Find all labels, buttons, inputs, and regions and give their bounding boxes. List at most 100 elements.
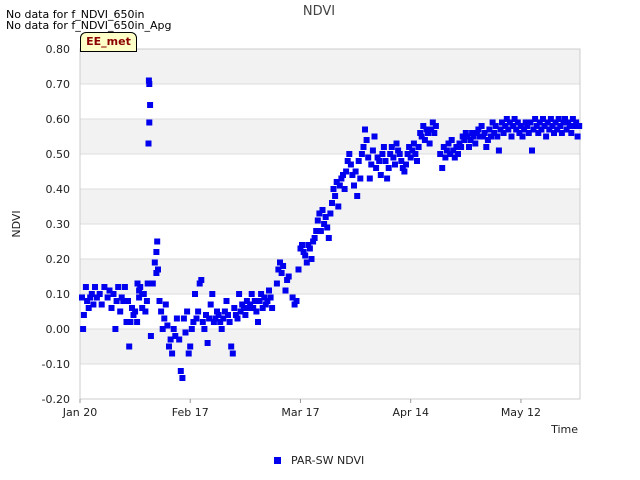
data-point xyxy=(115,284,122,290)
plot-bands xyxy=(80,49,580,364)
data-point xyxy=(432,123,439,129)
data-point xyxy=(147,333,154,339)
data-point xyxy=(151,259,158,266)
data-point xyxy=(366,175,373,182)
data-point xyxy=(327,210,334,217)
data-point xyxy=(199,319,206,325)
data-point xyxy=(169,350,176,357)
data-point xyxy=(193,315,200,322)
data-point xyxy=(390,154,397,161)
data-point xyxy=(346,151,353,157)
data-point xyxy=(242,312,249,318)
ndvi-chart: NDVI 0.80 0.70 0.60 0.50 0.40 0.30 0.20 0.10 0.0… xyxy=(10,4,583,436)
data-point xyxy=(127,319,134,325)
data-point xyxy=(92,284,98,290)
data-point xyxy=(306,245,313,252)
data-point xyxy=(354,193,361,199)
data-point xyxy=(382,158,389,164)
data-point xyxy=(360,144,367,150)
data-point xyxy=(177,368,184,374)
data-point xyxy=(204,340,211,346)
data-point xyxy=(495,147,502,154)
data-point xyxy=(134,319,141,325)
data-point xyxy=(293,298,300,304)
data-point xyxy=(80,326,87,332)
data-point xyxy=(266,287,272,294)
data-point xyxy=(90,301,97,308)
data-point xyxy=(355,158,362,164)
data-point xyxy=(351,182,357,189)
data-point xyxy=(576,123,583,129)
data-point xyxy=(282,287,289,294)
plot-band xyxy=(80,329,580,364)
data-point xyxy=(494,133,501,140)
data-point xyxy=(225,312,231,318)
legend-label: PAR-SW NDVI xyxy=(291,454,365,467)
data-point xyxy=(126,343,133,350)
data-point xyxy=(358,151,365,157)
data-point xyxy=(82,284,89,290)
data-point xyxy=(403,161,409,168)
data-point xyxy=(455,151,461,157)
data-point xyxy=(299,242,305,248)
data-point xyxy=(164,322,171,329)
y-tick-label: 0.60 xyxy=(46,113,71,126)
data-point xyxy=(143,298,150,304)
x-tick-label: Feb 17 xyxy=(172,406,209,419)
data-point xyxy=(508,133,515,140)
data-point xyxy=(543,133,550,140)
data-point xyxy=(285,273,292,280)
data-point xyxy=(347,161,354,168)
data-point xyxy=(176,336,183,343)
chart-title: NDVI xyxy=(303,4,335,19)
ee-met-badge[interactable]: EE_met xyxy=(80,32,137,52)
data-point xyxy=(379,151,386,157)
data-point xyxy=(437,151,444,157)
data-point xyxy=(136,287,143,294)
data-point xyxy=(314,217,321,224)
data-point xyxy=(376,158,383,164)
data-point xyxy=(385,165,392,171)
data-point xyxy=(104,294,111,301)
data-point xyxy=(195,308,202,315)
data-point xyxy=(369,147,376,154)
data-point xyxy=(146,81,153,87)
data-point xyxy=(363,137,370,143)
data-point xyxy=(110,291,117,297)
data-point xyxy=(158,308,165,315)
data-point xyxy=(466,144,472,150)
data-point xyxy=(117,308,124,315)
data-point xyxy=(415,144,422,150)
data-point xyxy=(226,319,233,325)
data-point xyxy=(325,235,332,241)
data-point xyxy=(162,301,169,308)
data-point xyxy=(330,186,337,192)
legend-swatch xyxy=(274,457,281,464)
data-point xyxy=(341,186,348,192)
data-point xyxy=(352,168,359,175)
y-tick-labels: 0.80 0.70 0.60 0.50 0.40 0.30 0.20 0.10 0.00 -0.1… xyxy=(42,43,70,406)
data-point xyxy=(373,165,380,171)
data-point xyxy=(371,133,378,140)
data-point xyxy=(414,158,420,164)
data-point xyxy=(365,154,372,161)
data-point xyxy=(278,270,285,276)
data-point xyxy=(170,326,177,332)
data-point xyxy=(231,305,238,311)
data-point xyxy=(324,224,331,231)
data-point xyxy=(273,280,280,287)
data-point xyxy=(448,137,455,143)
x-tick-label: May 12 xyxy=(501,406,541,419)
data-point xyxy=(311,235,318,241)
data-point xyxy=(392,161,398,168)
data-point xyxy=(134,280,141,287)
data-point xyxy=(156,298,163,304)
data-point xyxy=(188,326,195,332)
data-point xyxy=(223,298,230,304)
data-point xyxy=(173,315,180,322)
data-point xyxy=(269,305,276,311)
data-point xyxy=(329,200,335,206)
y-tick-label: 0.20 xyxy=(46,253,71,266)
data-point xyxy=(207,301,214,308)
data-point xyxy=(121,284,128,290)
